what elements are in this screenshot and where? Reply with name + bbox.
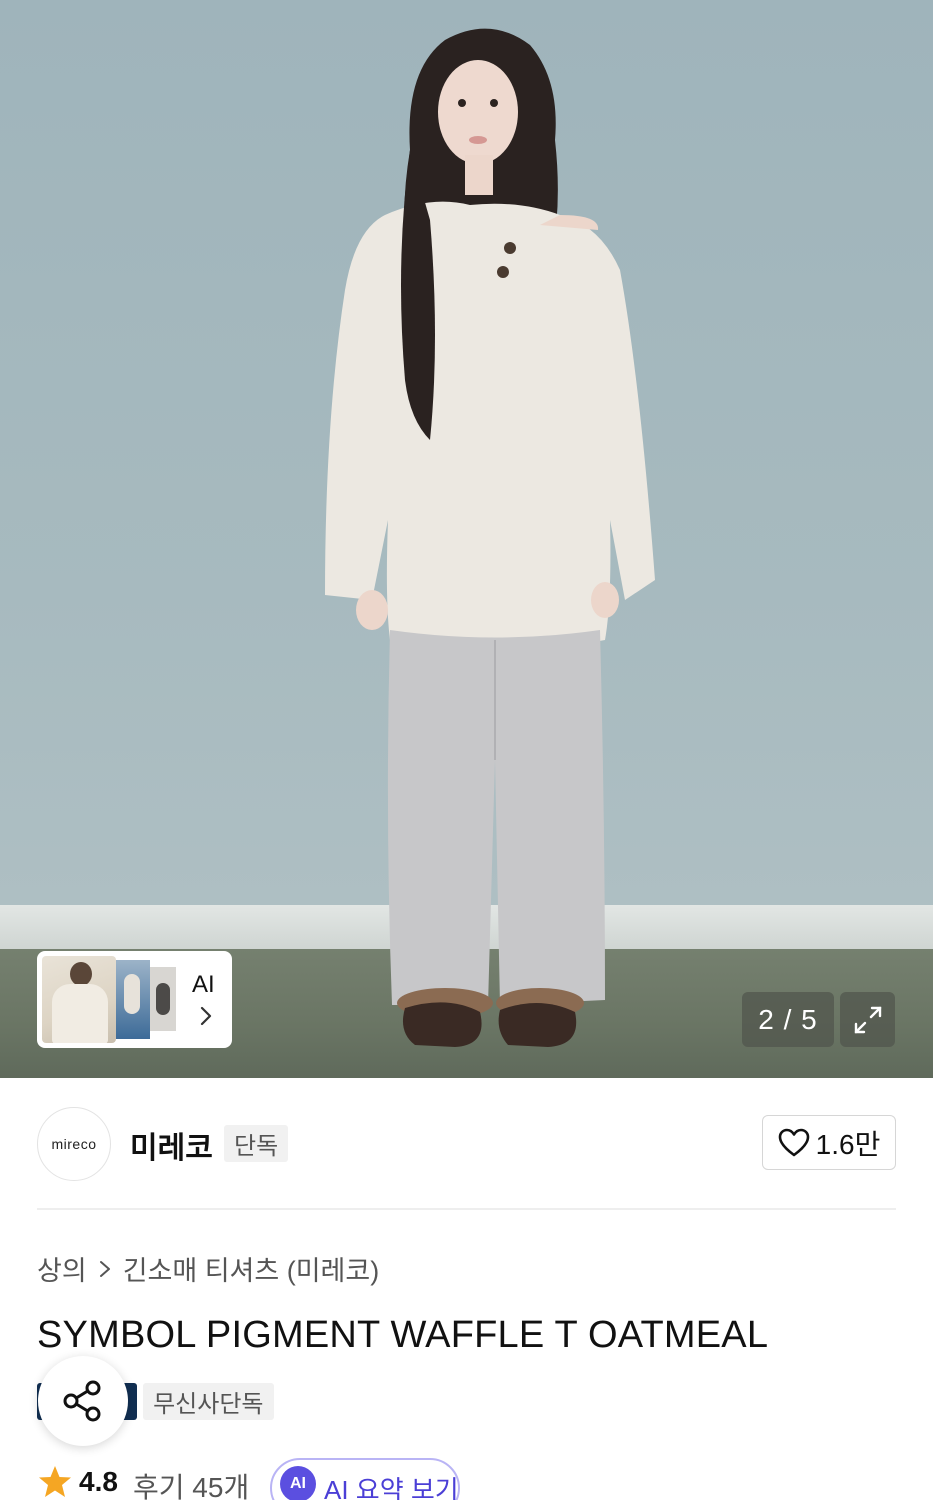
ai-summary-label: AI 요약 보기 bbox=[324, 1475, 459, 1500]
thumbnail-image bbox=[116, 960, 150, 1039]
brand-logo-text: mireco bbox=[51, 1136, 97, 1152]
ai-summary-button[interactable]: AI AI 요약 보기 bbox=[270, 1458, 460, 1500]
ai-badge-icon: AI bbox=[280, 1466, 316, 1500]
share-button[interactable] bbox=[38, 1356, 128, 1446]
ai-similar-thumbnail-card[interactable]: AI bbox=[37, 951, 232, 1048]
breadcrumb-subcategory[interactable]: 긴소매 티셔츠 (미레코) bbox=[123, 1249, 380, 1288]
model-photo bbox=[325, 28, 655, 1047]
like-count: 1.6만 bbox=[815, 1128, 881, 1160]
brand-name[interactable]: 미레코 bbox=[130, 1123, 213, 1167]
rating-score: 4.8 bbox=[79, 1466, 118, 1497]
breadcrumb: 상의 긴소매 티셔츠 (미레코) bbox=[37, 1249, 379, 1288]
image-counter: 2 / 5 bbox=[742, 992, 834, 1047]
thumbnail-image bbox=[42, 956, 116, 1043]
brand-logo[interactable]: mireco bbox=[37, 1107, 111, 1181]
like-button[interactable]: 1.6만 bbox=[762, 1115, 896, 1170]
breadcrumb-category[interactable]: 상의 bbox=[37, 1249, 87, 1288]
chevron-right-icon bbox=[200, 1006, 212, 1026]
product-title: SYMBOL PIGMENT WAFFLE T OATMEAL bbox=[37, 1314, 769, 1356]
tag-musinsa-exclusive: 무신사단독 bbox=[143, 1383, 274, 1420]
expand-button[interactable] bbox=[840, 992, 895, 1047]
star-icon bbox=[39, 1466, 71, 1497]
heart-icon bbox=[778, 1128, 809, 1156]
chevron-right-icon bbox=[99, 1260, 110, 1277]
rating-row: 4.8 후기 45개 AI AI 요약 보기 bbox=[37, 1458, 933, 1500]
thumbnail-image bbox=[150, 967, 176, 1031]
divider bbox=[37, 1208, 896, 1210]
brand-exclusive-tag: 단독 bbox=[224, 1125, 289, 1162]
expand-icon bbox=[854, 1006, 881, 1033]
share-icon bbox=[63, 1380, 101, 1422]
review-count-link[interactable]: 후기 45개 bbox=[133, 1466, 249, 1500]
product-image-gallery[interactable]: AI 2 / 5 bbox=[0, 0, 933, 1078]
ai-label: AI bbox=[192, 971, 215, 998]
